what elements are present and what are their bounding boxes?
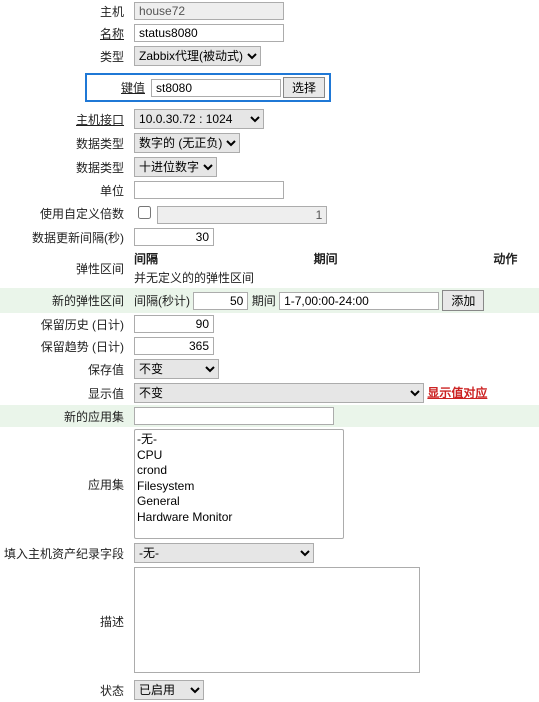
label-new-app: 新的应用集 — [64, 410, 124, 424]
app-option[interactable]: General — [135, 494, 343, 509]
label-update-interval: 数据更新间隔(秒) — [32, 231, 124, 245]
new-flex-interval-input[interactable] — [193, 292, 248, 310]
label-info-type: 数据类型 — [76, 137, 124, 151]
label-interface: 主机接口 — [76, 113, 124, 127]
name-input[interactable] — [134, 24, 284, 42]
label-flex-intervals: 弹性区间 — [76, 262, 124, 276]
store-value-select[interactable]: 不变 — [134, 359, 219, 379]
new-flex-interval-label: 间隔(秒计) — [134, 294, 190, 308]
label-custom-mult: 使用自定义倍数 — [40, 207, 124, 221]
info-type-select[interactable]: 数字的 (无正负) — [134, 133, 240, 153]
app-option[interactable]: crond — [135, 463, 343, 478]
app-option[interactable]: CPU — [135, 448, 343, 463]
label-host: 主机 — [100, 5, 124, 19]
flex-empty-msg: 并无定义的的弹性区间 — [134, 269, 539, 286]
flex-intervals-table: 间隔 期间 动作 并无定义的的弹性区间 — [134, 250, 539, 286]
label-store-value: 保存值 — [88, 363, 124, 377]
label-name: 名称 — [100, 27, 124, 41]
custom-mult-input — [157, 206, 327, 224]
label-type: 类型 — [100, 50, 124, 64]
data-type-select[interactable]: 十进位数字 — [134, 157, 217, 177]
trends-input[interactable] — [134, 337, 214, 355]
show-value-map-link[interactable]: 显示值对应 — [427, 386, 487, 400]
inventory-select[interactable]: -无- — [134, 543, 314, 563]
label-inventory: 填入主机资产纪录字段 — [4, 547, 124, 561]
label-show-value: 显示值 — [88, 387, 124, 401]
app-option[interactable]: -无- — [135, 430, 343, 448]
new-flex-period-label: 期间 — [252, 294, 276, 308]
host-field — [134, 2, 284, 20]
label-status: 状态 — [100, 684, 124, 698]
interface-select[interactable]: 10.0.30.72 : 1024 — [134, 109, 264, 129]
label-data-type: 数据类型 — [76, 161, 124, 175]
new-app-input[interactable] — [134, 407, 334, 425]
app-option[interactable]: Hardware Monitor — [135, 510, 343, 525]
flex-col-interval: 间隔 — [134, 250, 314, 269]
add-button[interactable]: 添加 — [442, 290, 484, 311]
history-input[interactable] — [134, 315, 214, 333]
key-input[interactable] — [151, 79, 281, 97]
units-input[interactable] — [134, 181, 284, 199]
flex-col-action: 动作 — [493, 250, 539, 269]
type-select[interactable]: Zabbix代理(被动式) — [134, 46, 261, 66]
label-description: 描述 — [100, 615, 124, 629]
update-interval-input[interactable] — [134, 228, 214, 246]
description-textarea[interactable] — [134, 567, 420, 673]
label-applications: 应用集 — [88, 478, 124, 492]
new-flex-period-input[interactable] — [279, 292, 439, 310]
label-new-flex: 新的弹性区间 — [52, 294, 124, 308]
select-button[interactable]: 选择 — [283, 77, 325, 98]
applications-select[interactable]: -无-CPUcrondFilesystemGeneralHardware Mon… — [134, 429, 344, 539]
status-select[interactable]: 已启用 — [134, 680, 204, 700]
app-option[interactable]: Filesystem — [135, 479, 343, 494]
label-units: 单位 — [100, 184, 124, 198]
flex-col-period: 期间 — [314, 250, 494, 269]
custom-mult-checkbox[interactable] — [138, 206, 151, 219]
show-value-select[interactable]: 不变 — [134, 383, 424, 403]
label-key: 键值 — [91, 79, 151, 96]
label-trends: 保留趋势 (日计) — [41, 340, 124, 354]
label-history: 保留历史 (日计) — [41, 318, 124, 332]
